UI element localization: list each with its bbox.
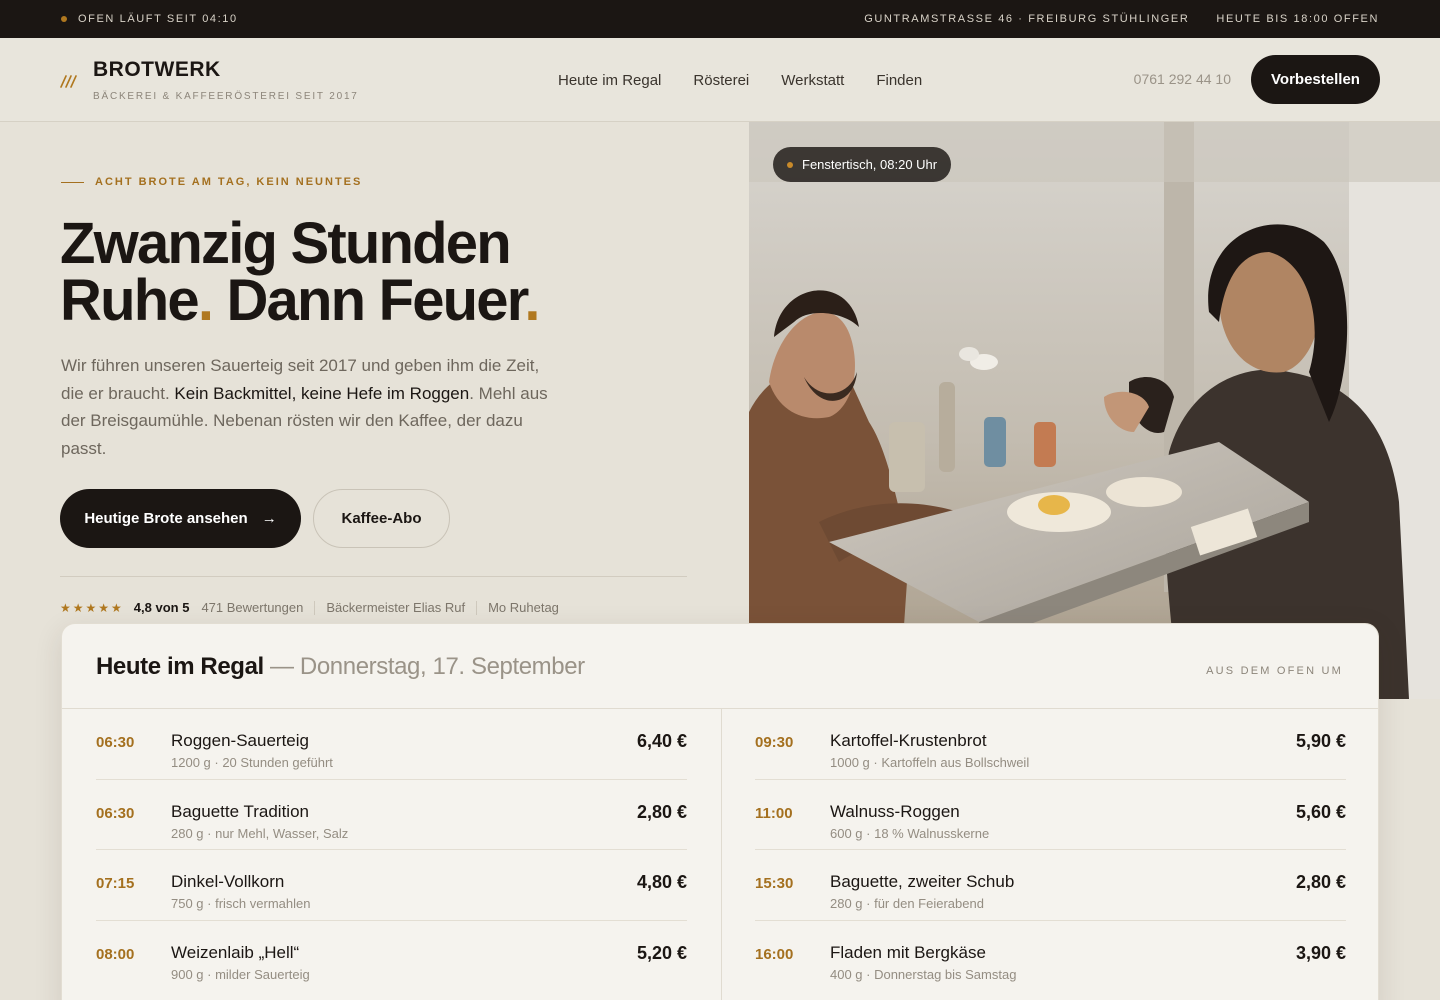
headline-dann-feuer: Dann Feuer — [212, 268, 526, 333]
wheat-logo-icon[interactable] — [60, 74, 78, 88]
headline-dot-2: . — [524, 268, 540, 333]
closed-day: Mo Ruhetag — [488, 600, 559, 615]
bread-name: Roggen-Sauerteig — [171, 731, 309, 750]
bread-desc: 900 g · milder Sauerteig — [171, 966, 310, 982]
bake-time: 07:15 — [96, 875, 135, 892]
bread-price: 3,90 € — [1295, 942, 1346, 963]
bread-desc: 750 g · frisch vermahlen — [171, 896, 311, 911]
preorder-button[interactable]: Vorbestellen — [1251, 55, 1380, 104]
brand-tagline: BÄCKEREI & KAFFEERÖSTEREI SEIT 2017 — [93, 90, 359, 102]
bread-name: Dinkel-Vollkorn — [171, 872, 285, 891]
column-divider — [721, 709, 722, 1000]
bread-price: 4,80 € — [636, 872, 687, 892]
nav-finden[interactable]: Finden — [876, 72, 922, 89]
bread-price: 2,80 € — [636, 801, 687, 822]
bread-name: Kartoffel-Krustenbrot — [830, 731, 987, 750]
rating-separator — [476, 600, 478, 615]
bread-price: 5,90 € — [1295, 731, 1346, 751]
bake-time: 16:00 — [755, 945, 794, 963]
lead-highlight: Kein Backmittel, keine Hefe im Roggen — [174, 383, 470, 403]
bread-name: Weizenlaib „Hell“ — [171, 942, 300, 962]
headline-dot-1: . — [197, 268, 214, 333]
opening-hours: HEUTE BIS 18:00 OFFEN — [1216, 13, 1379, 25]
bread-row[interactable]: 08:00 Weizenlaib „Hell“ 900 g · milder S… — [96, 921, 687, 992]
bake-time: 06:30 — [96, 804, 135, 822]
bread-name: Walnuss-Roggen — [830, 801, 960, 821]
top-info-bar: OFEN LÄUFT SEIT 04:10 GUNTRAMSTRASSE 46 … — [0, 0, 1440, 38]
bake-time: 09:30 — [755, 734, 794, 751]
rating-separator — [314, 600, 316, 615]
bread-row[interactable]: 15:30 Baguette, zweiter Schub 280 g · fü… — [755, 850, 1346, 921]
bread-row[interactable]: 07:15 Dinkel-Vollkorn 750 g · frisch ver… — [96, 850, 687, 921]
view-breads-button[interactable]: Heutige Brote ansehen → — [60, 489, 301, 548]
card-title-text: Heute im Regal — [96, 653, 264, 680]
bread-price: 6,40 € — [636, 731, 687, 751]
bread-list-left: 06:30 Roggen-Sauerteig 1200 g · 20 Stund… — [96, 709, 687, 991]
main-nav: Heute im Regal Rösterei Werkstatt Finden — [558, 38, 922, 122]
star-rating-icon: ★★★★★ — [60, 600, 124, 615]
oven-status: OFEN LÄUFT SEIT 04:10 — [78, 13, 238, 25]
bread-price: 5,60 € — [1295, 801, 1346, 822]
bake-time: 08:00 — [96, 945, 135, 963]
nav-heute-im-regal[interactable]: Heute im Regal — [558, 72, 661, 89]
caption-dot-icon — [787, 161, 793, 168]
photo-caption: Fenstertisch, 08:20 Uhr — [802, 157, 938, 172]
view-breads-label: Heutige Brote ansehen — [84, 510, 248, 527]
bread-row[interactable]: 16:00 Fladen mit Bergkäse 400 g · Donner… — [755, 921, 1346, 992]
bread-desc: 1200 g · 20 Stunden geführt — [171, 755, 333, 770]
bread-price: 2,80 € — [1295, 872, 1346, 892]
bread-list-right: 09:30 Kartoffel-Krustenbrot 1000 g · Kar… — [755, 709, 1346, 991]
bread-row[interactable]: 06:30 Baguette Tradition 280 g · nur Meh… — [96, 780, 687, 850]
oven-status-dot-icon — [61, 16, 67, 22]
bake-time: 15:30 — [755, 875, 794, 892]
bake-time: 11:00 — [755, 804, 793, 822]
master-baker: Bäckermeister Elias Ruf — [326, 600, 466, 615]
bread-desc: 600 g · 18 % Walnusskerne — [830, 825, 990, 841]
bread-desc: 280 g · für den Feierabend — [830, 896, 984, 911]
review-count[interactable]: 471 Bewertungen — [201, 600, 303, 615]
card-header: Heute im Regal — Donnerstag, 17. Septemb… — [62, 624, 1378, 709]
photo-caption-badge: Fenstertisch, 08:20 Uhr — [773, 147, 952, 182]
brand-name: BROTWERK — [93, 57, 221, 81]
card-date: — Donnerstag, 17. September — [263, 653, 585, 680]
coffee-subscription-button[interactable]: Kaffee-Abo — [313, 489, 450, 548]
hero-lead: Wir führen unseren Sauerteig seit 2017 u… — [61, 352, 561, 462]
bread-row[interactable]: 11:00 Walnuss-Roggen 600 g · 18 % Walnus… — [755, 780, 1346, 850]
bread-desc: 280 g · nur Mehl, Wasser, Salz — [171, 825, 349, 841]
oven-time-label: AUS DEM OFEN UM — [1206, 665, 1343, 677]
hero-headline: Zwanzig Stunden Ruhe. Dann Feuer. — [60, 215, 540, 330]
headline-ruhe: Ruhe — [60, 268, 200, 333]
bread-desc: 1000 g · Kartoffeln aus Bollschweil — [830, 755, 1030, 770]
card-title: Heute im Regal — Donnerstag, 17. Septemb… — [96, 653, 585, 681]
site-header: BROTWERK BÄCKEREI & KAFFEERÖSTEREI SEIT … — [0, 38, 1440, 122]
cafe-scene-illustration — [749, 122, 1440, 699]
brand[interactable]: BROTWERK BÄCKEREI & KAFFEERÖSTEREI SEIT … — [93, 58, 359, 102]
bake-time: 06:30 — [96, 734, 135, 751]
bread-desc: 400 g · Donnerstag bis Samstag — [830, 966, 1017, 982]
hero-eyebrow: ACHT BROTE AM TAG, KEIN NEUNTES — [61, 176, 362, 188]
hero-divider — [60, 576, 687, 577]
headline-line-1: Zwanzig Stunden — [60, 211, 512, 276]
hero-photo — [749, 122, 1440, 699]
todays-bread-card: Heute im Regal — Donnerstag, 17. Septemb… — [61, 623, 1379, 1000]
nav-werkstatt[interactable]: Werkstatt — [781, 72, 844, 89]
eyebrow-line — [61, 181, 84, 183]
nav-roesterei[interactable]: Rösterei — [693, 72, 749, 89]
arrow-right-icon: → — [261, 510, 277, 527]
rating-bar: ★★★★★ 4,8 von 5 471 Bewertungen Bäckerme… — [60, 600, 559, 615]
bread-name: Fladen mit Bergkäse — [830, 942, 986, 962]
phone-number[interactable]: 0761 292 44 10 — [1134, 71, 1231, 87]
bread-name: Baguette, zweiter Schub — [830, 872, 1015, 891]
bread-row[interactable]: 06:30 Roggen-Sauerteig 1200 g · 20 Stund… — [96, 709, 687, 780]
bread-row[interactable]: 09:30 Kartoffel-Krustenbrot 1000 g · Kar… — [755, 709, 1346, 780]
eyebrow-text: ACHT BROTE AM TAG, KEIN NEUNTES — [95, 176, 363, 188]
bread-price: 5,20 € — [636, 942, 687, 963]
address: GUNTRAMSTRASSE 46 · FREIBURG STÜHLINGER — [864, 13, 1190, 25]
bread-name: Baguette Tradition — [171, 801, 309, 821]
rating-score: 4,8 von 5 — [133, 600, 190, 615]
